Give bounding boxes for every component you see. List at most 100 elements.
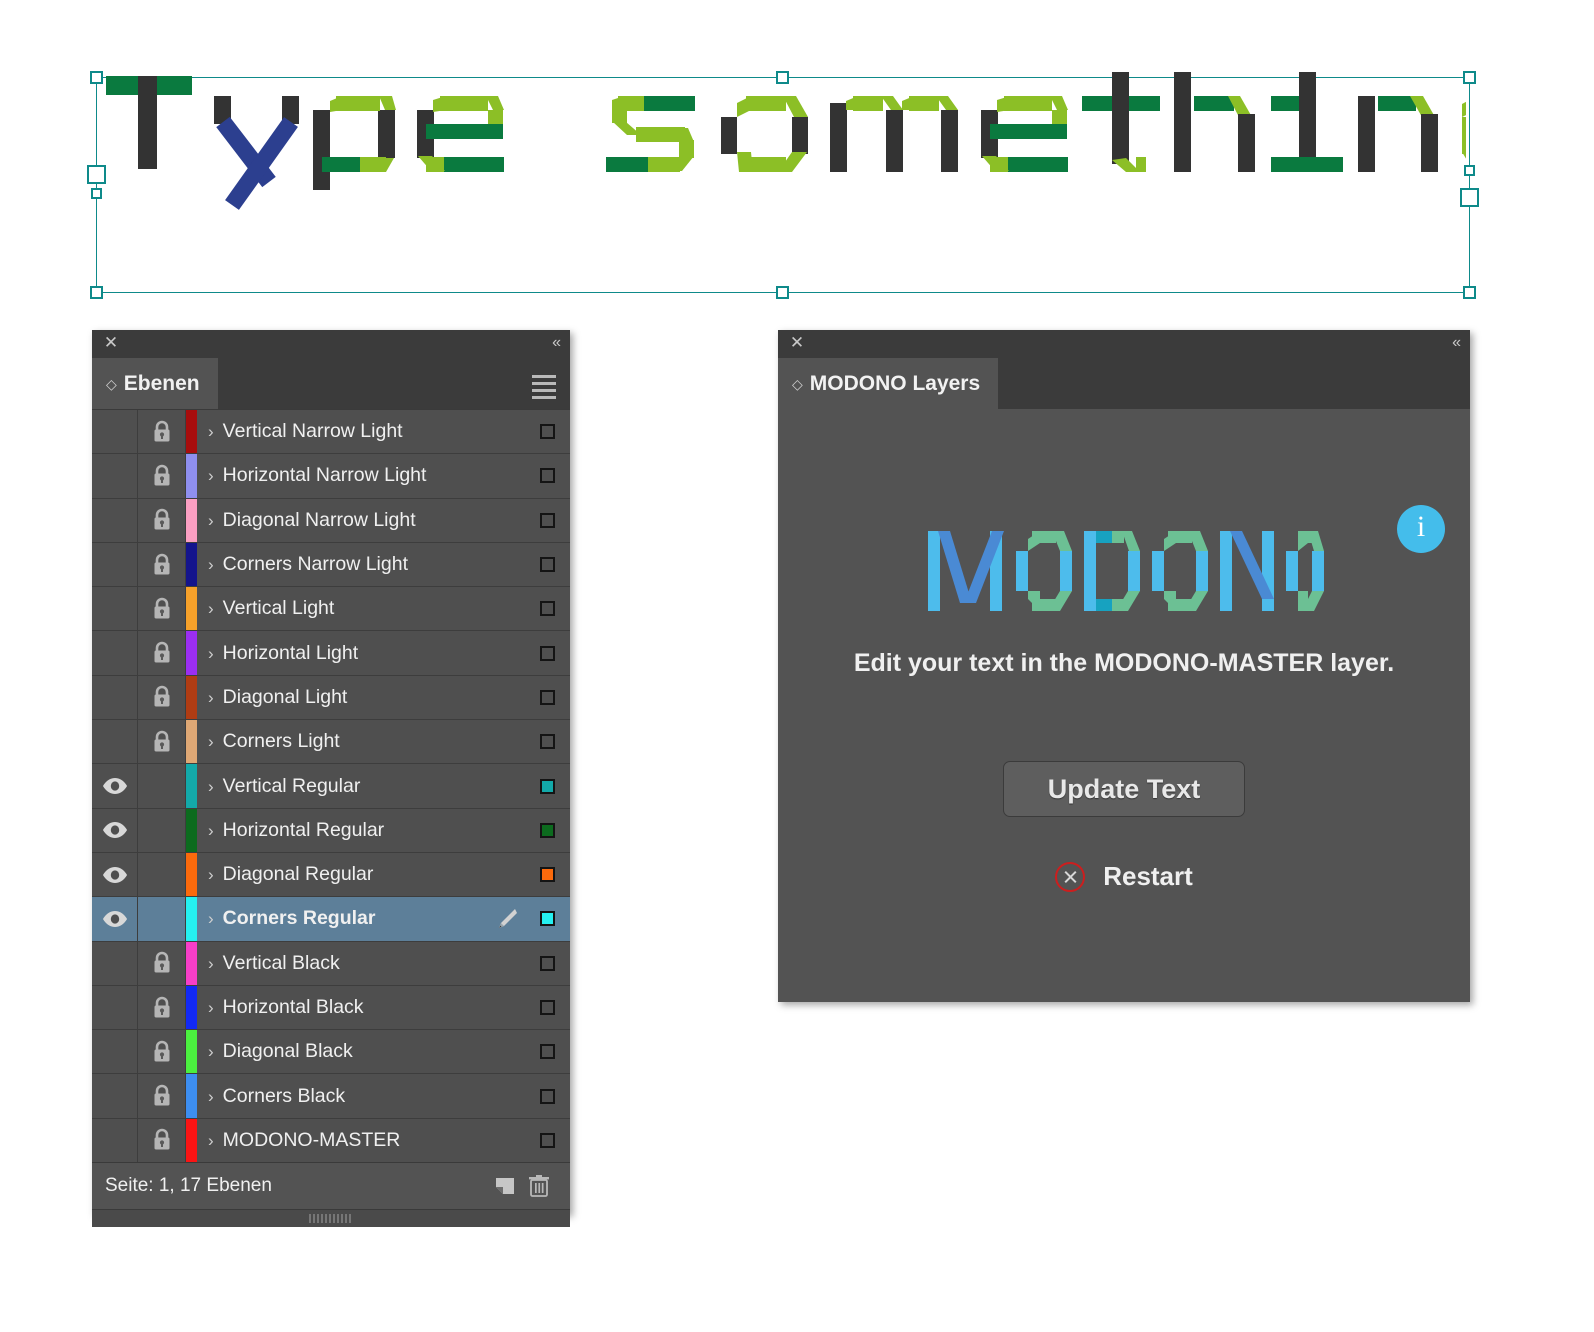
- chevron-right-icon[interactable]: ›: [208, 955, 214, 972]
- chevron-right-icon[interactable]: ›: [208, 1043, 214, 1060]
- layer-target-indicator[interactable]: [524, 587, 570, 630]
- layer-name-cell[interactable]: › Corners Regular: [197, 897, 490, 940]
- chevron-right-icon[interactable]: ›: [208, 999, 214, 1016]
- selection-handle-bottom-left[interactable]: [90, 286, 103, 299]
- eye-toggle-empty[interactable]: [92, 631, 138, 675]
- eye-toggle-empty[interactable]: [92, 1118, 138, 1163]
- chevron-right-icon[interactable]: ›: [208, 822, 214, 839]
- eye-toggle-empty[interactable]: [92, 941, 138, 985]
- lock-icon[interactable]: [138, 985, 186, 1030]
- layer-target-indicator[interactable]: [524, 543, 570, 586]
- lock-toggle-empty[interactable]: [138, 808, 186, 852]
- layer-row[interactable]: › MODONO-MASTER: [92, 1118, 570, 1163]
- eye-toggle-empty[interactable]: [92, 498, 138, 542]
- trash-icon[interactable]: [522, 1169, 556, 1203]
- pen-edit-icon[interactable]: [490, 897, 524, 940]
- layer-name-cell[interactable]: › Diagonal Light: [197, 676, 490, 719]
- layer-target-indicator[interactable]: [524, 1030, 570, 1073]
- layer-name-cell[interactable]: › Diagonal Regular: [197, 853, 490, 896]
- eye-toggle-empty[interactable]: [92, 542, 138, 587]
- layer-name-cell[interactable]: › Horizontal Narrow Light: [197, 454, 490, 497]
- layer-row[interactable]: › Diagonal Regular: [92, 852, 570, 898]
- lock-icon[interactable]: [138, 720, 186, 764]
- layer-name-cell[interactable]: › Horizontal Regular: [197, 809, 490, 852]
- layer-target-indicator[interactable]: [524, 676, 570, 719]
- tab-modono-layers[interactable]: ◇ MODONO Layers: [778, 358, 999, 409]
- eye-toggle-empty[interactable]: [92, 675, 138, 720]
- lock-icon[interactable]: [138, 941, 186, 985]
- eye-toggle-empty[interactable]: [92, 1030, 138, 1074]
- layer-name-cell[interactable]: › Vertical Regular: [197, 764, 490, 807]
- lock-toggle-empty[interactable]: [138, 897, 186, 941]
- lock-icon[interactable]: [138, 587, 186, 631]
- close-icon[interactable]: ✕: [788, 334, 806, 352]
- layer-name-cell[interactable]: › Corners Light: [197, 720, 490, 763]
- eye-toggle-empty[interactable]: [92, 720, 138, 764]
- layer-target-indicator[interactable]: [524, 809, 570, 852]
- layer-name-cell[interactable]: › Vertical Narrow Light: [197, 410, 490, 453]
- selection-handle-bottom-center[interactable]: [776, 286, 789, 299]
- panel-menu-icon[interactable]: [532, 375, 556, 399]
- chevron-right-icon[interactable]: ›: [208, 778, 214, 795]
- collapse-double-chevron-icon[interactable]: «: [552, 333, 561, 353]
- eye-visible-icon[interactable]: [92, 852, 138, 897]
- layer-row[interactable]: › Vertical Narrow Light: [92, 410, 570, 455]
- layer-name-cell[interactable]: › Horizontal Light: [197, 631, 490, 674]
- new-layer-icon[interactable]: [488, 1169, 522, 1203]
- chevron-right-icon[interactable]: ›: [208, 733, 214, 750]
- lock-icon[interactable]: [138, 410, 186, 454]
- layer-row[interactable]: › Diagonal Black: [92, 1030, 570, 1075]
- layer-target-indicator[interactable]: [524, 853, 570, 896]
- layer-row[interactable]: › Vertical Regular: [92, 764, 570, 809]
- eye-visible-icon[interactable]: [92, 897, 138, 941]
- restart-button[interactable]: Restart: [778, 861, 1470, 892]
- layer-target-indicator[interactable]: [524, 499, 570, 542]
- eye-visible-icon[interactable]: [92, 808, 138, 852]
- lock-icon[interactable]: [138, 631, 186, 675]
- eye-toggle-empty[interactable]: [92, 985, 138, 1030]
- collapse-double-chevron-icon[interactable]: «: [1452, 333, 1461, 353]
- layer-target-indicator[interactable]: [524, 1119, 570, 1162]
- layer-row[interactable]: › Horizontal Regular: [92, 808, 570, 853]
- layer-name-cell[interactable]: › Vertical Light: [197, 587, 490, 630]
- layer-row[interactable]: › Horizontal Light: [92, 631, 570, 676]
- layer-name-cell[interactable]: › Corners Narrow Light: [197, 543, 490, 586]
- layer-row[interactable]: › Corners Regular: [92, 897, 570, 942]
- layer-target-indicator[interactable]: [524, 631, 570, 674]
- layer-row[interactable]: › Vertical Light: [92, 587, 570, 632]
- chevron-right-icon[interactable]: ›: [208, 423, 214, 440]
- close-icon[interactable]: ✕: [102, 334, 120, 352]
- chevron-right-icon[interactable]: ›: [208, 467, 214, 484]
- layer-target-indicator[interactable]: [524, 986, 570, 1029]
- eye-visible-icon[interactable]: [92, 764, 138, 808]
- layer-row[interactable]: › Horizontal Narrow Light: [92, 454, 570, 499]
- tab-ebenen[interactable]: ◇ Ebenen: [92, 358, 218, 409]
- lock-icon[interactable]: [138, 675, 186, 720]
- chevron-right-icon[interactable]: ›: [208, 689, 214, 706]
- lock-icon[interactable]: [138, 498, 186, 542]
- lock-icon[interactable]: [138, 542, 186, 587]
- lock-toggle-empty[interactable]: [138, 852, 186, 897]
- layer-row[interactable]: › Diagonal Light: [92, 675, 570, 721]
- layer-target-indicator[interactable]: [524, 942, 570, 985]
- chevron-right-icon[interactable]: ›: [208, 1132, 214, 1149]
- layer-row[interactable]: › Corners Black: [92, 1074, 570, 1119]
- layer-row[interactable]: › Corners Light: [92, 720, 570, 765]
- layer-row[interactable]: › Vertical Black: [92, 941, 570, 986]
- eye-toggle-empty[interactable]: [92, 454, 138, 498]
- chevron-right-icon[interactable]: ›: [208, 512, 214, 529]
- chevron-right-icon[interactable]: ›: [208, 645, 214, 662]
- layer-row[interactable]: › Diagonal Narrow Light: [92, 498, 570, 543]
- chevron-right-icon[interactable]: ›: [208, 1088, 214, 1105]
- layer-row[interactable]: › Corners Narrow Light: [92, 542, 570, 588]
- lock-icon[interactable]: [138, 1118, 186, 1163]
- layer-name-cell[interactable]: › Horizontal Black: [197, 986, 490, 1029]
- layer-name-cell[interactable]: › Diagonal Narrow Light: [197, 499, 490, 542]
- lock-icon[interactable]: [138, 1030, 186, 1074]
- layer-name-cell[interactable]: › MODONO-MASTER: [197, 1119, 490, 1162]
- lock-toggle-empty[interactable]: [138, 764, 186, 808]
- layer-row[interactable]: › Horizontal Black: [92, 985, 570, 1031]
- layer-target-indicator[interactable]: [524, 454, 570, 497]
- selection-handle-bottom-right[interactable]: [1463, 286, 1476, 299]
- eye-toggle-empty[interactable]: [92, 1074, 138, 1118]
